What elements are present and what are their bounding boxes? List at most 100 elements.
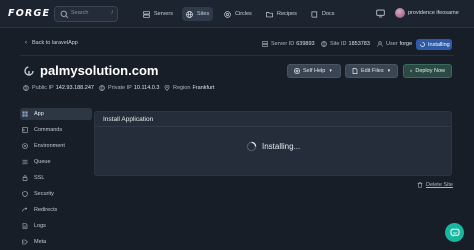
sidebar-item-label: Meta xyxy=(34,239,47,245)
back-link-label: Back to laravelApp xyxy=(32,40,78,46)
site-user: User forge xyxy=(377,41,412,47)
forge-logo[interactable]: FORGE xyxy=(8,8,50,19)
logs-icon xyxy=(22,223,28,229)
sidebar-item-label: Security xyxy=(34,191,54,197)
sidebar-item-meta[interactable]: Meta xyxy=(20,236,92,248)
deploy-now-button[interactable]: Deploy Now xyxy=(403,64,452,78)
region: Region Frankfurt xyxy=(164,85,214,91)
private-ip-label: Private IP xyxy=(108,85,132,91)
site-user-label: User xyxy=(386,41,398,47)
lock-icon xyxy=(22,175,28,181)
spinner-icon xyxy=(246,141,257,152)
deploy-icon xyxy=(410,69,413,73)
status-badge-label: Installing xyxy=(428,41,450,48)
server-icon xyxy=(262,41,268,47)
server-id-value: 639893 xyxy=(296,41,315,47)
sidebar-item-label: Environment xyxy=(34,143,65,149)
delete-site-label: Delete Site xyxy=(426,182,453,188)
search-placeholder: Search xyxy=(71,10,89,16)
avatar[interactable] xyxy=(395,8,405,18)
server-icon xyxy=(143,10,150,18)
nav-servers[interactable]: Servers xyxy=(139,7,177,21)
nav-recipes[interactable]: Recipes xyxy=(262,7,301,21)
nav-recipes-label: Recipes xyxy=(277,11,297,17)
edit-files-label: Edit Files xyxy=(361,68,384,74)
globe-icon xyxy=(186,10,193,18)
nav-circles-label: Circles xyxy=(235,11,252,17)
queue-icon xyxy=(22,159,28,165)
monitor-icon[interactable] xyxy=(376,9,385,18)
self-help-button[interactable]: Self Help ▾ xyxy=(287,64,341,78)
chevron-left-icon: ‹ xyxy=(25,40,27,46)
divider xyxy=(20,55,454,56)
deploy-now-label: Deploy Now xyxy=(415,68,445,74)
edit-files-button[interactable]: Edit Files ▾ xyxy=(345,64,398,78)
search-shortcut: / xyxy=(111,10,113,16)
server-id-label: Server ID xyxy=(271,41,295,47)
globe-icon xyxy=(23,85,29,91)
redirect-icon xyxy=(22,207,28,212)
spinner-icon xyxy=(420,42,425,47)
user-icon xyxy=(377,41,383,47)
nav-sites-label: Sites xyxy=(197,11,210,17)
shield-icon xyxy=(22,191,28,197)
meta-icon xyxy=(22,239,28,245)
site-title: palmysolution.com xyxy=(40,63,159,78)
private-ip-value[interactable]: 10.114.0.3 xyxy=(134,85,160,91)
sidebar-item-label: Redirects xyxy=(34,207,58,213)
folder-icon xyxy=(266,11,273,17)
support-chat-button[interactable] xyxy=(445,223,464,242)
user-name[interactable]: providence ifeosame xyxy=(408,10,459,16)
nav-circles[interactable]: Circles xyxy=(220,7,256,21)
site-type-icon xyxy=(24,66,34,76)
sidebar-item-security[interactable]: Security xyxy=(20,188,92,200)
public-ip-label: Public IP xyxy=(32,85,54,91)
back-link[interactable]: ‹ Back to laravelApp xyxy=(25,40,78,46)
sidebar-item-label: Logs xyxy=(34,223,46,229)
sidebar-item-label: SSL xyxy=(34,175,45,181)
public-ip: Public IP 142.93.188.247 xyxy=(23,85,94,91)
chevron-down-icon: ▾ xyxy=(387,68,391,74)
site-id-value: 1853783 xyxy=(348,41,370,47)
nav-docs-label: Docs xyxy=(322,11,335,17)
sidebar-item-environment[interactable]: Environment xyxy=(20,140,92,152)
delete-site-link[interactable]: Delete Site xyxy=(417,182,453,188)
installing-status-text: Installing... xyxy=(262,142,301,151)
search-input[interactable]: Search / xyxy=(54,6,118,22)
site-id-label: Site ID xyxy=(330,41,347,47)
chat-icon xyxy=(450,228,459,237)
circles-icon xyxy=(224,10,231,18)
self-help-label: Self Help xyxy=(303,68,326,74)
install-application-panel: Install Application Installing... xyxy=(94,111,452,176)
panel-title: Install Application xyxy=(95,112,451,127)
globe-icon xyxy=(321,41,327,47)
chevron-down-icon: ▾ xyxy=(329,68,332,74)
private-ip: Private IP 10.114.0.3 xyxy=(99,85,159,91)
globe-icon xyxy=(99,85,105,91)
file-icon xyxy=(352,68,358,74)
sidebar-item-label: Queue xyxy=(34,159,51,165)
site-user-value: forge xyxy=(399,41,413,47)
search-icon xyxy=(60,10,69,19)
nav-docs[interactable]: Docs xyxy=(307,7,339,21)
trash-icon xyxy=(417,182,423,188)
sidebar-item-redirects[interactable]: Redirects xyxy=(20,204,92,216)
sidebar-item-commands[interactable]: Commands xyxy=(20,124,92,136)
sidebar-item-ssl[interactable]: SSL xyxy=(20,172,92,184)
sidebar-item-logs[interactable]: Logs xyxy=(20,220,92,232)
region-value: Frankfurt xyxy=(192,85,215,91)
book-icon xyxy=(311,11,318,17)
region-label: Region xyxy=(173,85,191,91)
status-badge: Installing xyxy=(416,39,452,50)
sidebar-item-label: App xyxy=(34,111,44,117)
top-navbar: FORGE Search / Servers Sites Circles Rec… xyxy=(0,0,474,28)
app-icon xyxy=(22,111,28,117)
sidebar-item-app[interactable]: App xyxy=(20,108,92,120)
sidebar-item-label: Commands xyxy=(34,127,63,133)
sidebar-item-queue[interactable]: Queue xyxy=(20,156,92,168)
site-id: Site ID 1853783 xyxy=(321,41,370,47)
nav-servers-label: Servers xyxy=(154,11,173,17)
nav-sites[interactable]: Sites xyxy=(182,7,214,21)
public-ip-value[interactable]: 142.93.188.247 xyxy=(56,85,94,91)
server-id: Server ID 639893 xyxy=(262,41,315,47)
